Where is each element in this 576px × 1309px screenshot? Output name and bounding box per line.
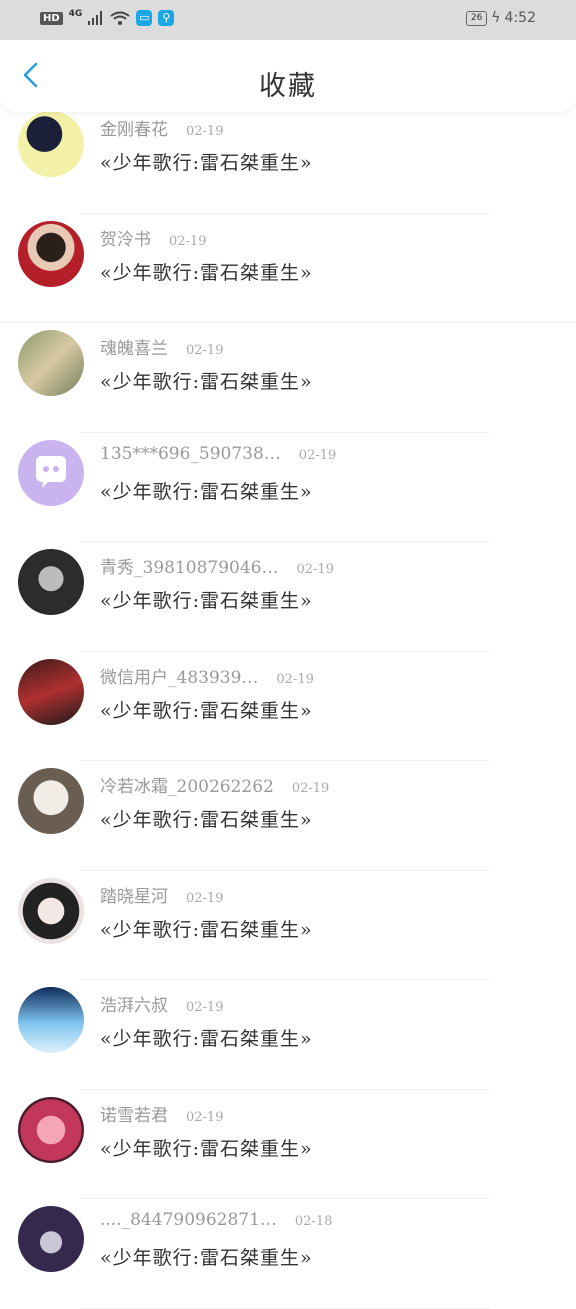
date: 02-19	[186, 1000, 224, 1015]
status-right: 26 ϟ 4:52	[465, 10, 536, 26]
item-meta: 魂魄喜兰 02-19	[100, 334, 223, 359]
avatar[interactable]	[18, 549, 84, 615]
username: 135***696_590738…	[100, 443, 281, 464]
item-meta: 贺泠书 02-19	[100, 225, 206, 250]
item-subtitle: «少年歌行:雷石桀重生»	[100, 261, 313, 284]
list-item[interactable]: 浩湃六叔 02-19 «少年歌行:雷石桀重生»	[0, 980, 576, 1090]
username: 微信用户_483939…	[100, 667, 259, 688]
date: 02-19	[186, 343, 224, 358]
header: 收藏	[0, 40, 576, 112]
status-bar: HD 4G ▭ ⚲ 26 ϟ 4:52	[0, 0, 576, 40]
date: 02-19	[276, 671, 314, 687]
battery-icon: 26	[465, 10, 488, 26]
avatar[interactable]	[18, 220, 84, 287]
list-item[interactable]: 诺雪若君 02-19 «少年歌行:雷石桀重生»	[0, 1090, 576, 1199]
avatar[interactable]	[18, 330, 84, 396]
list-item[interactable]: ...._844790962871… 02-18 «少年歌行:雷石桀重生»	[0, 1199, 576, 1309]
item-subtitle: «少年歌行:雷石桀重生»	[100, 590, 313, 612]
favorites-list: 金刚春花 02-19 «少年歌行:雷石桀重生» 贺泠书 02-19 «少年歌行:…	[0, 104, 576, 1309]
list-item[interactable]: 踏晓星河 02-19 «少年歌行:雷石桀重生»	[0, 871, 576, 980]
date: 02-19	[169, 233, 207, 249]
clock: 4:52	[504, 10, 536, 26]
item-subtitle: «少年歌行:雷石桀重生»	[100, 480, 313, 503]
item-subtitle: «少年歌行:雷石桀重生»	[100, 918, 313, 941]
username: 青秀_39810879046…	[100, 558, 279, 578]
avatar[interactable]	[18, 877, 84, 944]
avatar[interactable]	[18, 658, 84, 725]
item-subtitle: «少年歌行:雷石桀重生»	[100, 1028, 313, 1050]
hd-icon: HD	[40, 11, 63, 25]
item-meta: 诺雪若君 02-19	[100, 1101, 223, 1126]
item-subtitle: «少年歌行:雷石桀重生»	[100, 699, 313, 722]
item-meta: 金刚春花 02-19	[100, 115, 223, 140]
list-item[interactable]: 微信用户_483939… 02-19 «少年歌行:雷石桀重生»	[0, 652, 576, 761]
list-item[interactable]: 冷若冰霜_200262262 02-19 «少年歌行:雷石桀重生»	[0, 761, 576, 871]
avatar[interactable]	[18, 111, 84, 177]
username: 金刚春花	[100, 120, 168, 140]
chat-bubble-icon	[36, 455, 66, 488]
list-item[interactable]: 135***696_590738… 02-19 «少年歌行:雷石桀重生»	[0, 433, 576, 542]
item-subtitle: «少年歌行:雷石桀重生»	[100, 152, 313, 174]
username: 踏晓星河	[100, 886, 168, 907]
list-item[interactable]: 魂魄喜兰 02-19 «少年歌行:雷石桀重生»	[0, 323, 576, 433]
list-item[interactable]: 金刚春花 02-19 «少年歌行:雷石桀重生»	[0, 104, 576, 214]
item-meta: 踏晓星河 02-19	[100, 882, 223, 907]
wifi-icon	[110, 11, 130, 25]
item-meta: 浩湃六叔 02-19	[100, 991, 223, 1016]
avatar[interactable]	[18, 1206, 84, 1272]
network-type: 4G	[68, 9, 83, 19]
username: 魂魄喜兰	[100, 339, 168, 359]
item-meta: 冷若冰霜_200262262 02-19	[100, 772, 329, 797]
list-item[interactable]: 贺泠书 02-19 «少年歌行:雷石桀重生»	[0, 214, 576, 323]
item-subtitle: «少年歌行:雷石桀重生»	[100, 1247, 313, 1269]
username: ...._844790962871…	[100, 1210, 277, 1230]
item-meta: ...._844790962871… 02-18	[100, 1210, 332, 1230]
date: 02-19	[186, 124, 224, 139]
item-meta: 青秀_39810879046… 02-19	[100, 553, 334, 578]
date: 02-19	[291, 781, 330, 796]
date: 02-19	[186, 1109, 224, 1125]
item-subtitle: «少年歌行:雷石桀重生»	[100, 1137, 313, 1160]
username: 贺泠书	[100, 229, 151, 250]
list-item[interactable]: 青秀_39810879046… 02-19 «少年歌行:雷石桀重生»	[0, 542, 576, 652]
charging-icon: ϟ	[491, 10, 501, 26]
item-meta: 微信用户_483939… 02-19	[100, 663, 314, 688]
date: 02-19	[186, 890, 224, 906]
date: 02-19	[298, 447, 337, 463]
avatar[interactable]	[18, 439, 84, 506]
search-app-icon: ⚲	[158, 10, 175, 26]
divider	[80, 1307, 490, 1309]
username: 冷若冰霜_200262262	[100, 777, 274, 797]
item-meta: 135***696_590738… 02-19	[100, 444, 336, 464]
page-title: 收藏	[259, 71, 317, 102]
date: 02-18	[294, 1214, 333, 1229]
signal-icon	[88, 11, 103, 25]
status-left: HD 4G ▭ ⚲	[40, 9, 175, 26]
item-subtitle: «少年歌行:雷石桀重生»	[100, 371, 313, 393]
username: 浩湃六叔	[100, 996, 168, 1016]
username: 诺雪若君	[100, 1105, 168, 1126]
avatar[interactable]	[18, 1096, 84, 1163]
item-subtitle: «少年歌行:雷石桀重生»	[100, 809, 313, 831]
book-app-icon: ▭	[136, 10, 153, 26]
avatar[interactable]	[18, 768, 84, 834]
date: 02-19	[296, 562, 334, 577]
avatar[interactable]	[18, 987, 84, 1053]
